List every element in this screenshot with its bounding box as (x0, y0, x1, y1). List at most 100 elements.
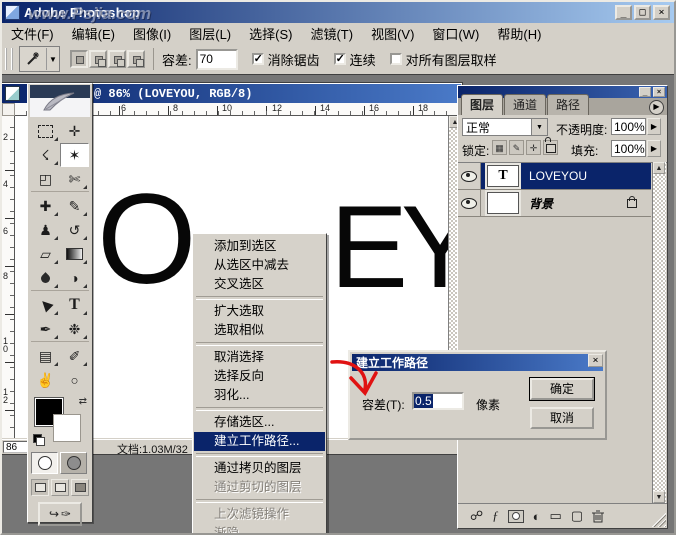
gradient-tool[interactable] (60, 242, 89, 266)
menu-edit[interactable]: 编辑(E) (63, 22, 124, 45)
menu-filter[interactable]: 滤镜(T) (301, 22, 362, 45)
lock-position-icon[interactable]: ✛ (526, 140, 541, 155)
layer-name[interactable]: 背景 (529, 195, 553, 212)
custom-shape-tool[interactable]: ❉ (60, 317, 89, 341)
quick-mask-mode-button[interactable] (60, 452, 87, 474)
hand-tool[interactable]: ✌ (31, 368, 60, 392)
toolbox-logo[interactable] (30, 85, 90, 117)
add-selection-button[interactable] (89, 50, 107, 68)
dialog-close-icon[interactable]: × (588, 354, 603, 367)
menu-layer[interactable]: 图层(L) (180, 22, 240, 45)
rectangular-marquee-tool[interactable] (31, 119, 60, 143)
ok-button[interactable]: 确定 (530, 378, 594, 400)
menu-item-make-work-path[interactable]: 建立工作路径... (194, 432, 325, 451)
menu-item-intersect-selection[interactable]: 交叉选区 (194, 275, 325, 294)
jump-to-imageready-button[interactable]: ↪ ✑ (38, 502, 82, 526)
menu-item-deselect[interactable]: 取消选择 (194, 348, 325, 367)
notes-tool[interactable]: ▤ (31, 344, 60, 368)
magic-wand-tool[interactable]: ✶ (60, 143, 89, 167)
minimize-button[interactable]: _ (615, 5, 632, 20)
eraser-tool[interactable]: ▱ (31, 242, 60, 266)
tab-layers[interactable]: 图层 (461, 94, 503, 115)
tool-preset-dropdown-icon[interactable]: ▼ (47, 48, 59, 70)
dodge-tool[interactable]: ◑ (60, 266, 89, 290)
intersect-selection-button[interactable] (127, 50, 145, 68)
layer-style-icon[interactable]: ƒ (492, 508, 499, 524)
layer-mask-icon[interactable] (508, 510, 524, 523)
options-bar-grip[interactable] (5, 48, 13, 70)
panel-menu-icon[interactable]: ▶ (649, 100, 664, 115)
maximize-button[interactable]: □ (634, 5, 651, 20)
lock-all-button[interactable] (543, 140, 558, 155)
all-layers-checkbox[interactable] (390, 53, 402, 65)
menu-file[interactable]: 文件(F) (2, 22, 63, 45)
layer-name[interactable]: LOVEYOU (529, 169, 587, 183)
opacity-field[interactable]: 100% (611, 118, 646, 135)
title-bar[interactable]: Adobe Photoshop _ □ × (2, 2, 674, 23)
opacity-spinner-icon[interactable]: ▶ (647, 118, 661, 135)
layer-thumbnail[interactable] (487, 192, 519, 214)
pen-tool[interactable]: ✒ (31, 317, 60, 341)
visibility-cell[interactable] (458, 190, 481, 216)
menu-item-feather[interactable]: 羽化... (194, 386, 325, 405)
delete-layer-icon[interactable] (592, 510, 604, 523)
new-group-icon[interactable]: ▭ (550, 508, 562, 524)
slice-tool[interactable]: ✄ (60, 167, 89, 191)
swap-colors-icon[interactable]: ⇄ (79, 396, 87, 407)
standard-screen-button[interactable] (31, 479, 49, 496)
eyedropper-tool[interactable]: ✐ (60, 344, 89, 368)
blur-tool[interactable] (31, 266, 60, 290)
dialog-title-bar[interactable]: 建立工作路径 (352, 354, 603, 371)
menu-item-add-to-selection[interactable]: 添加到选区 (194, 237, 325, 256)
menu-item-grow[interactable]: 扩大选取 (194, 302, 325, 321)
link-layers-icon[interactable]: ☍ (470, 508, 483, 524)
visibility-cell[interactable] (458, 163, 481, 189)
menu-select[interactable]: 选择(S) (240, 22, 301, 45)
standard-mode-button[interactable] (31, 452, 58, 474)
fullscreen-button[interactable] (71, 479, 89, 496)
background-color-swatch[interactable] (53, 414, 81, 442)
lock-paint-icon[interactable]: ✎ (509, 140, 524, 155)
adjustment-layer-icon[interactable]: ◐ (533, 509, 541, 524)
close-button[interactable]: × (653, 5, 670, 20)
crop-tool[interactable]: ◰ (31, 167, 60, 191)
menu-item-select-inverse[interactable]: 选择反向 (194, 367, 325, 386)
scroll-down-icon[interactable]: ▼ (653, 491, 665, 503)
blend-dropdown-icon[interactable]: ▼ (531, 119, 547, 135)
layer-row-loveyou[interactable]: T LOVEYOU (458, 163, 651, 190)
fullscreen-menubar-button[interactable] (51, 479, 69, 496)
zoom-tool[interactable]: ○ (60, 368, 89, 392)
panel-minimize-icon[interactable]: _ (639, 87, 651, 97)
panel-scrollbar[interactable]: ▲ ▼ (652, 162, 666, 503)
menu-item-subtract-from-selection[interactable]: 从选区中减去 (194, 256, 325, 275)
tab-channels[interactable]: 通道 (504, 94, 546, 115)
layer-row-background[interactable]: 背景 (458, 190, 651, 217)
tolerance-input[interactable] (196, 49, 238, 70)
brush-tool[interactable]: ✎ (60, 194, 89, 218)
menu-view[interactable]: 视图(V) (362, 22, 423, 45)
path-selection-tool[interactable]: ▶ (31, 293, 60, 317)
scroll-up-icon[interactable]: ▲ (653, 162, 665, 174)
type-tool[interactable]: T (60, 293, 89, 317)
anti-alias-checkbox[interactable]: ✓ (252, 53, 264, 65)
lasso-tool[interactable]: ☇ (31, 143, 60, 167)
subtract-selection-button[interactable] (108, 50, 126, 68)
clone-stamp-tool[interactable]: ♟ (31, 218, 60, 242)
lock-transparency-icon[interactable]: ▦ (492, 140, 507, 155)
layer-thumbnail[interactable]: T (487, 165, 519, 187)
tab-paths[interactable]: 路径 (547, 94, 589, 115)
panel-close-icon[interactable]: × (653, 87, 665, 97)
current-tool-button[interactable]: ▼ (19, 46, 60, 72)
move-tool[interactable]: ✛ (60, 119, 89, 143)
menu-item-save-selection[interactable]: 存储选区... (194, 413, 325, 432)
history-brush-tool[interactable]: ↺ (60, 218, 89, 242)
contiguous-checkbox[interactable]: ✓ (334, 53, 346, 65)
menu-image[interactable]: 图像(I) (124, 22, 180, 45)
new-selection-button[interactable] (70, 50, 88, 68)
menu-item-similar[interactable]: 选取相似 (194, 321, 325, 340)
panel-resize-grip[interactable] (652, 513, 666, 527)
default-colors-icon[interactable] (33, 434, 45, 446)
fill-field[interactable]: 100% (611, 140, 646, 157)
healing-brush-tool[interactable]: ✚ (31, 194, 60, 218)
menu-help[interactable]: 帮助(H) (488, 22, 550, 45)
